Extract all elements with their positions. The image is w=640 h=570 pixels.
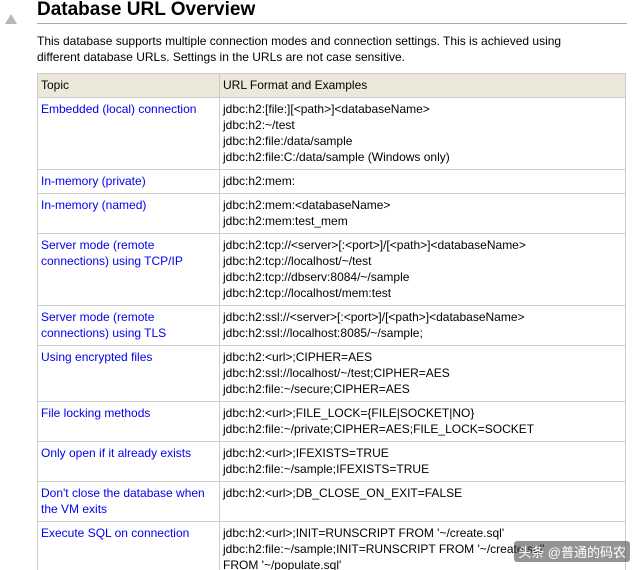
url-example: jdbc:h2:tcp://localhost/~/test (223, 254, 372, 268)
table-row: File locking methods jdbc:h2:<url>;FILE_L… (37, 401, 626, 442)
topic-link[interactable]: Embedded (local) connection (41, 102, 196, 116)
url-example: jdbc:h2:<url>;INIT=RUNSCRIPT FROM '~/cre… (223, 526, 505, 540)
url-examples-cell: jdbc:h2:mem:<databaseName> jdbc:h2:mem:te… (219, 193, 626, 234)
topic-link[interactable]: File locking methods (41, 406, 150, 420)
url-example: jdbc:h2:mem: (223, 174, 296, 188)
url-example: jdbc:h2:ssl://<server>[:<port>]/[<path>]… (223, 310, 525, 324)
topic-link[interactable]: In-memory (named) (41, 198, 146, 212)
url-overview-table: Topic URL Format and Examples Embedded (… (37, 73, 626, 570)
url-examples-cell: jdbc:h2:[file:][<path>]<databaseName> jdb… (219, 97, 626, 170)
table-header-row: Topic URL Format and Examples (37, 73, 626, 98)
url-example: jdbc:h2:tcp://<server>[:<port>]/[<path>]… (223, 238, 526, 252)
url-example: jdbc:h2:<url>;CIPHER=AES (223, 350, 373, 364)
topic-cell: Using encrypted files (37, 345, 220, 402)
url-example: jdbc:h2:mem:<databaseName> (223, 198, 391, 212)
url-example: jdbc:h2:mem:test_mem (223, 214, 348, 228)
page: Database URL Overview This database supp… (0, 0, 640, 570)
url-examples-cell: jdbc:h2:<url>;IFEXISTS=TRUE jdbc:h2:file:… (219, 441, 626, 482)
table-row: Server mode (remote connections) using T… (37, 305, 626, 346)
topic-link[interactable]: Execute SQL on connection (41, 526, 189, 540)
topic-link[interactable]: Only open if it already exists (41, 446, 191, 460)
url-example: jdbc:h2:tcp://localhost/mem:test (223, 286, 392, 300)
url-example: jdbc:h2:file:~/private;CIPHER=AES;FILE_L… (223, 422, 535, 436)
url-example: jdbc:h2:<url>;IFEXISTS=TRUE (223, 446, 389, 460)
url-example: jdbc:h2:ssl://localhost:8085/~/sample; (223, 326, 423, 340)
url-example: jdbc:h2:ssl://localhost/~/test;CIPHER=AE… (223, 366, 450, 380)
watermark: 头条 @普通的码农 (514, 541, 630, 562)
url-example: jdbc:h2:file:/data/sample (223, 134, 353, 148)
url-examples-cell: jdbc:h2:<url>;DB_CLOSE_ON_EXIT=FALSE (219, 481, 626, 522)
scroll-to-top-icon[interactable] (5, 14, 17, 24)
url-example: jdbc:h2:[file:][<path>]<databaseName> (223, 102, 430, 116)
url-examples-cell: jdbc:h2:<url>;CIPHER=AES jdbc:h2:ssl://lo… (219, 345, 626, 402)
url-example: jdbc:h2:file:~/secure;CIPHER=AES (223, 382, 410, 396)
topic-cell: Server mode (remote connections) using T… (37, 233, 220, 306)
url-examples-cell: jdbc:h2:tcp://<server>[:<port>]/[<path>]… (219, 233, 626, 306)
url-example: jdbc:h2:file:C:/data/sample (Windows onl… (223, 150, 450, 164)
topic-cell: Server mode (remote connections) using T… (37, 305, 220, 346)
topic-cell: In-memory (named) (37, 193, 220, 234)
topic-cell: Only open if it already exists (37, 441, 220, 482)
topic-link[interactable]: Don't close the database when the VM exi… (41, 486, 205, 516)
topic-cell: Embedded (local) connection (37, 97, 220, 170)
topic-cell: Don't close the database when the VM exi… (37, 481, 220, 522)
topic-link[interactable]: Using encrypted files (41, 350, 152, 364)
intro-paragraph: This database supports multiple connecti… (37, 34, 562, 64)
url-examples-cell: jdbc:h2:<url>;FILE_LOCK={FILE|SOCKET|NO}… (219, 401, 626, 442)
table-body: Embedded (local) connection jdbc:h2:[file… (37, 97, 626, 570)
table-row: Embedded (local) connection jdbc:h2:[file… (37, 97, 626, 170)
url-example: jdbc:h2:file:~/sample;IFEXISTS=TRUE (223, 462, 430, 476)
topic-cell: Execute SQL on connection (37, 521, 220, 570)
url-example: jdbc:h2:<url>;FILE_LOCK={FILE|SOCKET|NO} (223, 406, 475, 420)
url-example: jdbc:h2:~/test (223, 118, 295, 132)
table-row: Server mode (remote connections) using T… (37, 233, 626, 306)
table-row: Using encrypted files jdbc:h2:<url>;CIPHE… (37, 345, 626, 402)
topic-cell: In-memory (private) (37, 169, 220, 194)
table-row: Only open if it already exists jdbc:h2:<u… (37, 441, 626, 482)
table-row: In-memory (named) jdbc:h2:mem:<databaseNa… (37, 193, 626, 234)
column-header-url-format: URL Format and Examples (219, 73, 626, 98)
url-examples-cell: jdbc:h2:mem: (219, 169, 626, 194)
content: Database URL Overview This database supp… (37, 0, 627, 570)
topic-link[interactable]: Server mode (remote connections) using T… (41, 310, 166, 340)
url-example: jdbc:h2:<url>;DB_CLOSE_ON_EXIT=FALSE (223, 486, 463, 500)
url-examples-cell: jdbc:h2:ssl://<server>[:<port>]/[<path>]… (219, 305, 626, 346)
table-row: In-memory (private) jdbc:h2:mem: (37, 169, 626, 194)
topic-link[interactable]: Server mode (remote connections) using T… (41, 238, 183, 268)
url-example: jdbc:h2:tcp://dbserv:8084/~/sample (223, 270, 410, 284)
topic-cell: File locking methods (37, 401, 220, 442)
topic-link[interactable]: In-memory (private) (41, 174, 146, 188)
page-title: Database URL Overview (37, 0, 627, 24)
table-row: Don't close the database when the VM exi… (37, 481, 626, 522)
column-header-topic: Topic (37, 73, 220, 98)
